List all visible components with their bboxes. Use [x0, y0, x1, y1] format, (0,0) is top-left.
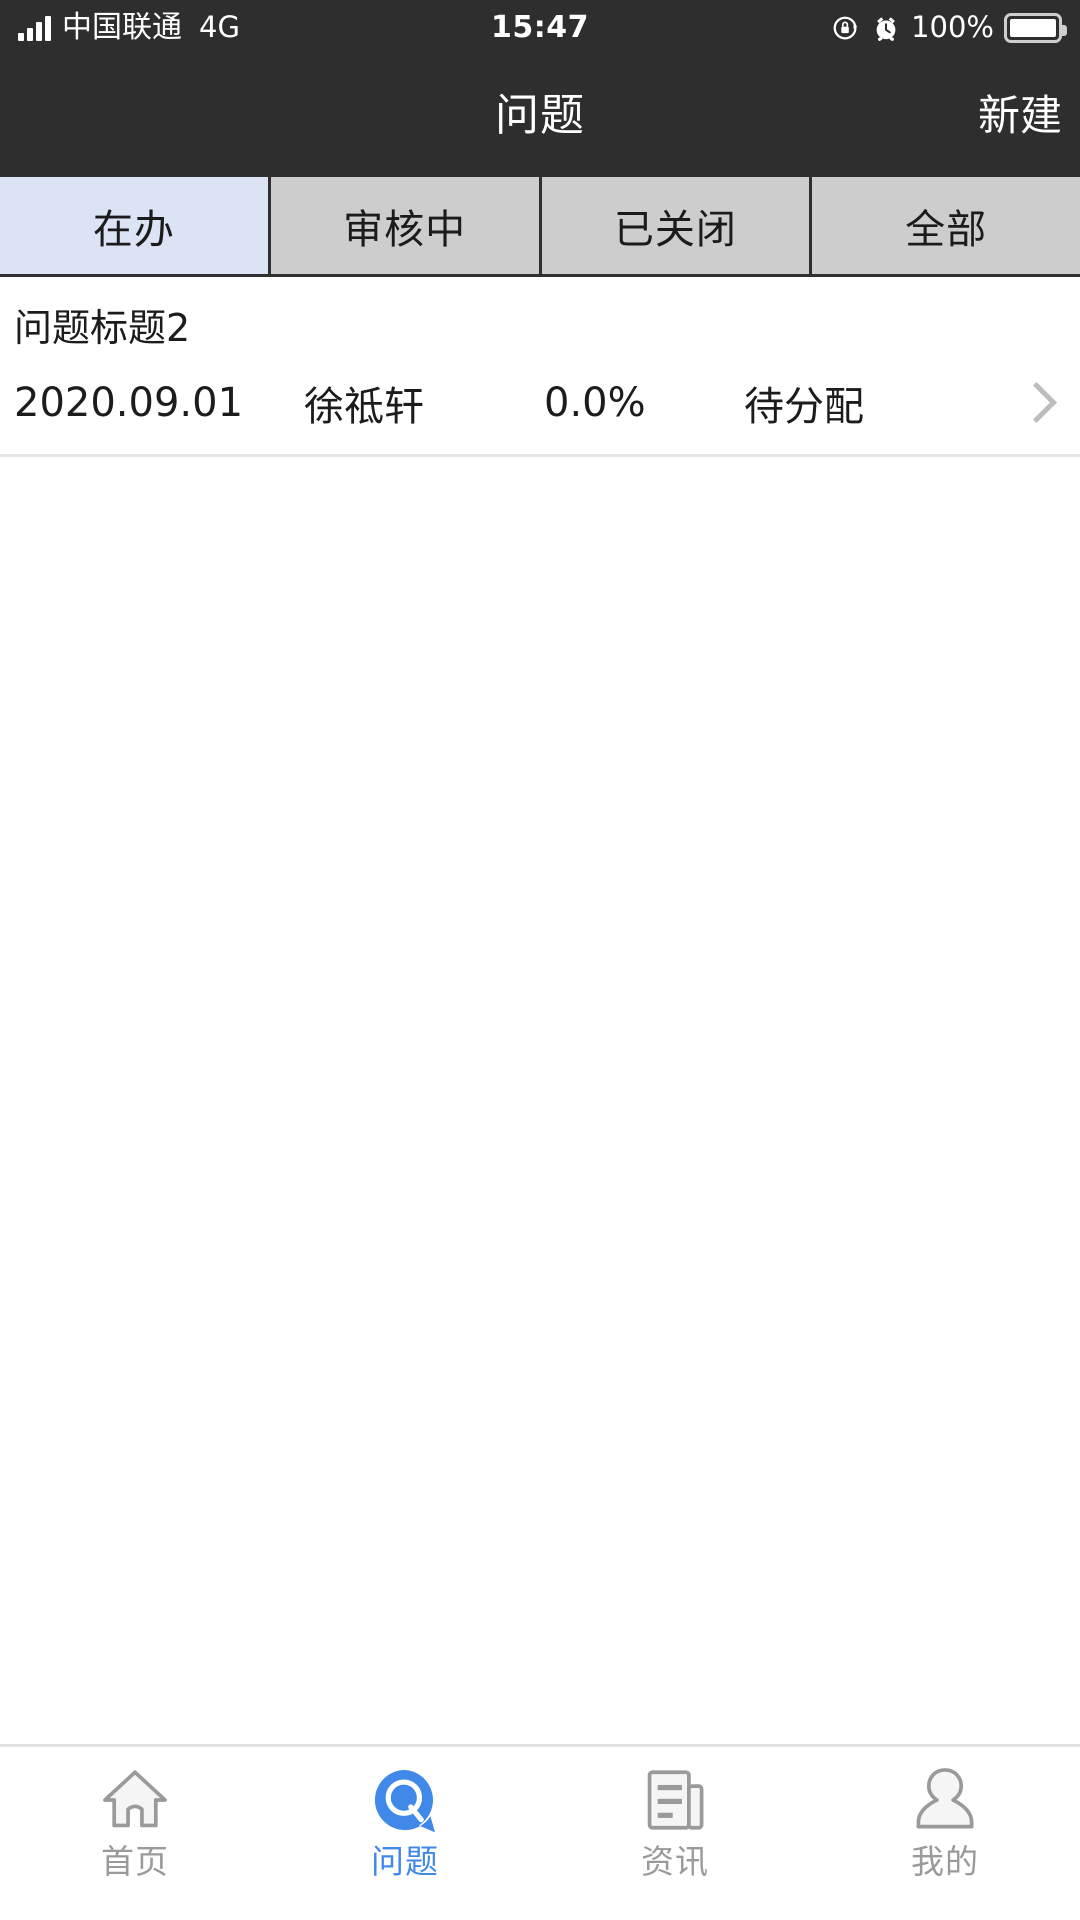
- app-screen: 中国联通 4G 15:47 100% 问题 新建 在办 审核中 已关闭 全部 问…: [0, 0, 1080, 1920]
- question-bubble-icon: [374, 1769, 436, 1833]
- status-bar-right: 100%: [831, 10, 1067, 44]
- issue-meta-row: 2020.09.01 徐祗轩 0.0% 待分配: [0, 358, 1080, 432]
- tab-in-progress[interactable]: 在办: [0, 177, 271, 274]
- issue-list: 问题标题2 2020.09.01 徐祗轩 0.0% 待分配: [0, 277, 1080, 1744]
- tabbar-item-news[interactable]: 资讯: [540, 1763, 810, 1878]
- alarm-clock-icon: [876, 16, 896, 41]
- profile-icon: [916, 1768, 974, 1829]
- network-type-label: 4G: [199, 10, 240, 44]
- issue-status: 待分配: [744, 384, 864, 431]
- navigation-bar: 问题 新建: [0, 55, 1080, 177]
- battery-full-icon: [1004, 12, 1067, 43]
- issue-assignee: 徐祗轩: [304, 384, 424, 431]
- tabbar-label-profile: 我的: [911, 1842, 979, 1881]
- list-item[interactable]: 问题标题2 2020.09.01 徐祗轩 0.0% 待分配: [0, 277, 1080, 458]
- filter-tab-bar: 在办 审核中 已关闭 全部: [0, 177, 1080, 277]
- tabbar-label-news: 资讯: [641, 1842, 709, 1881]
- tab-closed[interactable]: 已关闭: [541, 177, 813, 274]
- tabbar-item-issues[interactable]: 问题: [270, 1763, 540, 1878]
- tab-under-review[interactable]: 审核中: [270, 177, 542, 274]
- carrier-label: 中国联通: [62, 9, 182, 45]
- issue-progress: 0.0%: [544, 380, 646, 427]
- rotation-lock-icon: [833, 16, 858, 39]
- status-bar: 中国联通 4G 15:47 100%: [0, 0, 1080, 55]
- tabbar-label-issues: 问题: [371, 1842, 439, 1881]
- tabbar-label-home: 首页: [101, 1842, 169, 1881]
- signal-bars-icon: [18, 15, 51, 41]
- news-icon: [647, 1770, 704, 1830]
- issue-date: 2020.09.01: [14, 380, 244, 427]
- new-issue-button[interactable]: 新建: [978, 95, 1080, 137]
- battery-percent-label: 100%: [911, 10, 994, 44]
- tab-all[interactable]: 全部: [812, 177, 1080, 274]
- page-title: 问题: [495, 90, 585, 141]
- issue-title: 问题标题2: [14, 306, 191, 350]
- bottom-tab-bar: 首页 问题 资讯 我的: [0, 1744, 1080, 1920]
- home-icon: [103, 1770, 167, 1828]
- tabbar-item-home[interactable]: 首页: [0, 1763, 270, 1878]
- chevron-right-icon[interactable]: [1018, 379, 1058, 427]
- tabbar-item-profile[interactable]: 我的: [810, 1763, 1080, 1878]
- status-bar-left: 中国联通 4G: [18, 9, 240, 45]
